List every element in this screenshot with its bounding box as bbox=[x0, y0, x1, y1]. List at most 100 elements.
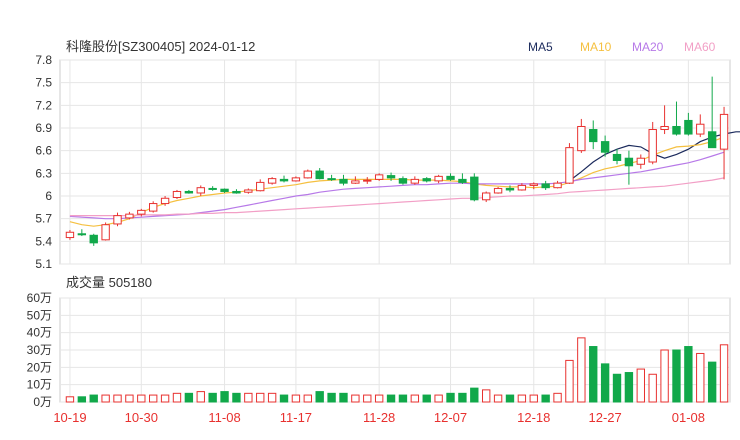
candle-body bbox=[256, 181, 265, 192]
candle-body bbox=[220, 188, 229, 192]
volume-bar bbox=[684, 346, 693, 403]
date-tick-label: 10-19 bbox=[53, 410, 86, 425]
date-tick-label: 10-30 bbox=[125, 410, 158, 425]
candle-body bbox=[232, 190, 241, 194]
candle-body bbox=[160, 197, 170, 205]
volume-bar bbox=[386, 394, 396, 403]
volume-tick-label: 10万 bbox=[27, 378, 52, 392]
volume-bar bbox=[315, 391, 324, 403]
volume-bar bbox=[696, 352, 705, 403]
price-tick-label: 6.3 bbox=[35, 166, 52, 180]
candle-body bbox=[244, 189, 253, 193]
volume-bar bbox=[470, 387, 479, 403]
candle-body bbox=[517, 184, 527, 191]
date-tick-label: 12-07 bbox=[434, 410, 467, 425]
legend-ma5: MA5 bbox=[528, 40, 553, 54]
volume-bar bbox=[303, 394, 312, 403]
volume-bar bbox=[137, 394, 146, 403]
candle-body bbox=[125, 213, 134, 219]
candle-body bbox=[172, 190, 182, 199]
candle-body bbox=[315, 170, 324, 180]
volume-bar bbox=[553, 392, 562, 403]
volume-bar bbox=[149, 394, 158, 403]
candle-body bbox=[77, 233, 87, 236]
price-tick-label: 7.2 bbox=[35, 98, 52, 112]
volume-bar bbox=[339, 392, 348, 403]
volume-bar bbox=[565, 359, 574, 403]
price-tick-label: 7.5 bbox=[35, 76, 52, 90]
candle-body bbox=[374, 174, 384, 180]
candle-body bbox=[577, 125, 586, 152]
volume-bar bbox=[410, 394, 420, 403]
candle-body bbox=[184, 190, 194, 194]
volume-axis: 60万 50万 40万 30万 20万 10万 0万 bbox=[27, 291, 52, 409]
volume-bar bbox=[672, 349, 681, 403]
date-tick-label: 12-18 bbox=[517, 410, 550, 425]
volume-bar bbox=[707, 361, 717, 403]
volume-bar bbox=[577, 337, 586, 403]
volume-bar bbox=[458, 392, 467, 403]
candle-body bbox=[600, 141, 610, 153]
candle-body bbox=[660, 125, 669, 131]
legend-ma20: MA20 bbox=[632, 40, 664, 54]
candle-body bbox=[339, 178, 348, 184]
candle-body bbox=[458, 178, 467, 183]
volume-bar bbox=[101, 394, 110, 403]
chart-title: 科隆股份[SZ300405] 2024-01-12 bbox=[66, 39, 255, 54]
legend-ma60: MA60 bbox=[684, 40, 716, 54]
candle-body bbox=[493, 187, 503, 194]
price-tick-label: 6.9 bbox=[35, 121, 52, 135]
volume-bar bbox=[719, 344, 729, 403]
candle-body bbox=[565, 147, 574, 184]
volume-bar bbox=[77, 396, 87, 403]
volume-bar bbox=[446, 392, 455, 403]
volume-tick-label: 40万 bbox=[27, 326, 52, 340]
volume-bar bbox=[208, 392, 217, 403]
volume-bar bbox=[351, 394, 360, 403]
volume-bar bbox=[125, 394, 134, 403]
volume-bar bbox=[232, 392, 241, 403]
volume-bar bbox=[89, 394, 98, 403]
candle-body bbox=[398, 178, 408, 184]
volume-bar bbox=[517, 394, 527, 403]
volume-bar bbox=[600, 363, 610, 403]
price-axis: 7.8 7.5 7.2 6.9 6.6 6.3 6 5.7 5.4 5.1 bbox=[35, 53, 52, 271]
candle-body bbox=[624, 157, 634, 167]
volume-bar bbox=[113, 394, 122, 403]
candle-body bbox=[589, 129, 598, 143]
candle-body bbox=[267, 178, 277, 184]
candle-body bbox=[303, 170, 312, 179]
price-tick-label: 5.1 bbox=[35, 257, 52, 271]
volume-tick-label: 60万 bbox=[27, 291, 52, 305]
volume-bar bbox=[65, 396, 75, 403]
candle-body bbox=[612, 153, 622, 161]
volume-bar bbox=[327, 392, 336, 403]
date-axis: 10-19 10-30 11-08 11-17 11-28 12-07 12-18 12-27… bbox=[53, 410, 705, 425]
date-tick-label: 11-08 bbox=[208, 410, 240, 425]
volume-bar bbox=[589, 346, 598, 403]
volume-bar bbox=[434, 394, 443, 403]
volume-bar bbox=[482, 389, 491, 403]
volume-bar bbox=[493, 394, 503, 403]
date-tick-label: 11-17 bbox=[280, 410, 312, 425]
candle-body bbox=[696, 123, 705, 135]
volume-bar bbox=[256, 392, 265, 403]
volume-bar bbox=[196, 391, 205, 403]
candle-body bbox=[101, 224, 110, 241]
candle-body bbox=[446, 175, 455, 180]
volume-tick-label: 20万 bbox=[27, 360, 52, 374]
candle-body bbox=[422, 178, 431, 182]
candle-body bbox=[648, 129, 657, 163]
volume-bar bbox=[291, 394, 301, 403]
volume-bar bbox=[374, 394, 384, 403]
candle-body bbox=[113, 215, 122, 225]
candle-body bbox=[208, 187, 217, 190]
volume-bar bbox=[279, 394, 289, 403]
legend-ma10: MA10 bbox=[580, 40, 612, 54]
candle-body bbox=[149, 203, 158, 212]
volume-bar bbox=[244, 392, 253, 403]
volume-bar bbox=[541, 394, 550, 403]
volume-bars bbox=[65, 337, 729, 403]
price-tick-label: 5.4 bbox=[35, 234, 52, 248]
candle-body bbox=[196, 187, 205, 194]
